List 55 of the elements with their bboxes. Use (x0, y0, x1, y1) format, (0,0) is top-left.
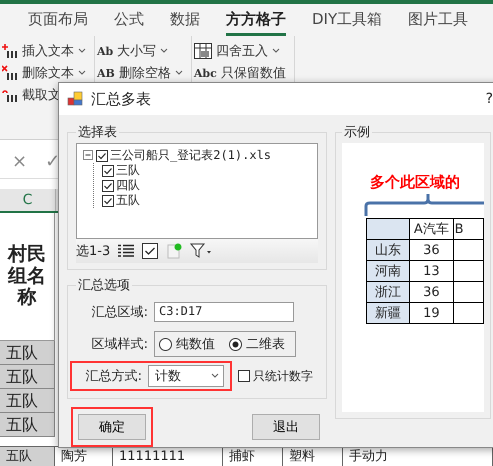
example-caption: 多个此区域的 (369, 173, 461, 192)
group-title: 选择表 (77, 124, 118, 141)
field-label: 区域样式: (90, 336, 148, 353)
ribbon-tab[interactable]: 图片工具 (408, 4, 468, 36)
group-title: 汇总选项 (77, 277, 131, 294)
case-icon: AB (97, 66, 115, 80)
radio-label[interactable]: 纯数值 (176, 335, 215, 353)
tree-item[interactable]: 三公司船只_登记表2(1).xls (110, 147, 272, 164)
row-header: 浙江 (366, 282, 410, 302)
ribbon-tab[interactable]: 页面布局 (28, 4, 88, 36)
row-header: 河南 (366, 260, 410, 282)
table-cell: 五队 (0, 365, 55, 389)
window-title: 汇总多表 (91, 90, 151, 108)
field-label: 汇总方式: (84, 368, 142, 385)
ribbon-button[interactable]: 只保留数值 (220, 64, 286, 82)
column-header[interactable]: C (0, 189, 56, 211)
table-cell: 五队 (0, 341, 55, 365)
cancel-button[interactable]: × (12, 150, 28, 172)
input-field[interactable]: C3:D17 (154, 302, 294, 322)
ribbon-tab[interactable]: 公式 (114, 4, 144, 36)
row-header: 山东 (366, 240, 410, 260)
abc-icon: Abc (194, 66, 217, 80)
table-cell: 19 (410, 302, 454, 324)
tree-item[interactable]: 四队 (116, 177, 140, 194)
tree-item[interactable]: 五队 (116, 192, 140, 209)
column-header: B (453, 218, 484, 240)
selection-range-label: 选1-3 (76, 243, 110, 260)
table-cell: 五队 (0, 413, 55, 437)
ribbon-tab[interactable]: 数据 (170, 4, 200, 36)
ribbon-button[interactable]: 大小写 (117, 42, 156, 60)
ribbon-button[interactable]: 删除文本 (22, 64, 74, 82)
ribbon-button[interactable]: 插入文本 (22, 42, 74, 60)
table-cell: 36 (410, 282, 454, 302)
table-cell-text: 村民组名称 (6, 244, 47, 310)
field-label: 汇总区域: (90, 304, 148, 321)
tree-view[interactable]: 三公司船只_登记表2(1).xls 三队 四队 五队 (76, 143, 318, 239)
dropdown[interactable]: 计数 (148, 365, 224, 387)
column-header: A汽车 (410, 218, 454, 240)
case-icon: Ab (97, 44, 114, 58)
ribbon-button[interactable]: 四舍五入 (216, 42, 268, 60)
table-cell: 13 (410, 260, 454, 282)
ribbon-button[interactable]: 删除空格 (118, 64, 171, 82)
group-title: 示例 (343, 124, 371, 141)
dialog-button[interactable]: 退出 (252, 414, 320, 440)
ribbon-tab[interactable]: DIY工具箱 (312, 4, 382, 36)
enter-button[interactable]: ✓ (45, 150, 60, 172)
tree-item[interactable]: 三队 (116, 162, 140, 179)
help-button[interactable]: ? (486, 91, 493, 107)
table-cell: 五队 (0, 389, 55, 413)
checkbox-label[interactable]: 只统计数字 (253, 368, 313, 384)
table-cell: 36 (410, 240, 454, 260)
dialog-button[interactable]: 确定 (78, 414, 146, 440)
row-header: 新疆 (366, 302, 410, 324)
radio-label[interactable]: 二维表 (246, 335, 285, 353)
table-cell: 五队 (0, 446, 55, 466)
